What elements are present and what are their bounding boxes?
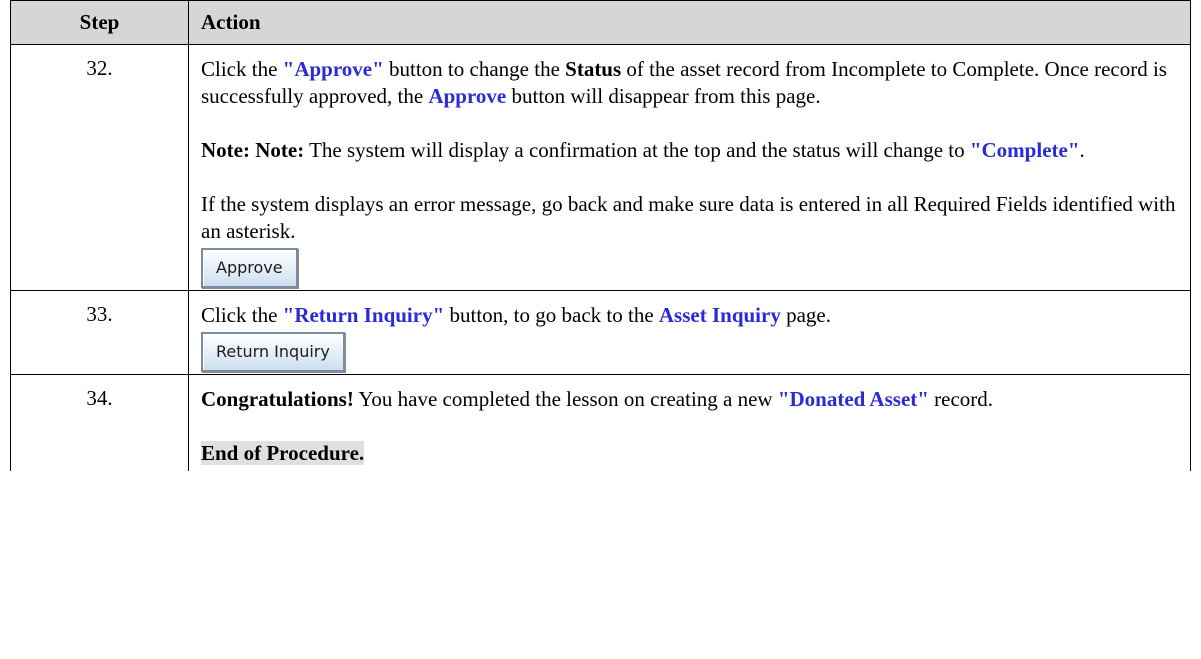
highlight-term: "Donated Asset" bbox=[777, 387, 929, 411]
step-number: 33. bbox=[10, 290, 189, 375]
text-run: button, to go back to the bbox=[444, 303, 659, 327]
approve-button[interactable]: Approve bbox=[201, 248, 298, 288]
table-row: 32. Click the "Approve" button to change… bbox=[10, 44, 1191, 291]
action-cell: Click the "Approve" button to change the… bbox=[188, 44, 1191, 291]
highlight-term: Approve bbox=[428, 84, 507, 108]
text-run: The system will display a confirmation a… bbox=[304, 138, 970, 162]
header-action: Action bbox=[188, 0, 1191, 45]
instruction-text: Click the "Approve" button to change the… bbox=[201, 56, 1180, 110]
procedure-table: Step Action 32. Click the "Approve" butt… bbox=[10, 0, 1191, 471]
return-inquiry-button[interactable]: Return Inquiry bbox=[201, 332, 345, 372]
note-label: Note: Note: bbox=[201, 138, 305, 162]
highlight-term: "Approve" bbox=[282, 57, 384, 81]
note-text: Note: Note: The system will display a co… bbox=[201, 137, 1180, 164]
highlight-term: Asset Inquiry bbox=[658, 303, 781, 327]
text-run: You have completed the lesson on creatin… bbox=[353, 387, 778, 411]
end-of-procedure: End of Procedure. bbox=[201, 440, 1180, 467]
highlight-term: "Return Inquiry" bbox=[282, 303, 445, 327]
bold-term: Status bbox=[565, 57, 622, 81]
table-row: 33. Click the "Return Inquiry" button, t… bbox=[10, 290, 1191, 375]
step-number: 32. bbox=[10, 44, 189, 291]
end-label: End of Procedure. bbox=[201, 441, 365, 465]
text-run: . bbox=[1079, 138, 1085, 162]
step-number: 34. bbox=[10, 374, 189, 471]
table-row: 34. Congratulations! You have completed … bbox=[10, 374, 1191, 471]
text-run: Click the bbox=[201, 303, 283, 327]
text-run: button to change the bbox=[383, 57, 566, 81]
text-run: Click the bbox=[201, 57, 283, 81]
highlight-term: "Complete" bbox=[969, 138, 1080, 162]
header-step: Step bbox=[10, 0, 189, 45]
text-run: page. bbox=[780, 303, 831, 327]
text-run: button will disappear from this page. bbox=[506, 84, 821, 108]
error-text: If the system displays an error message,… bbox=[201, 192, 1176, 243]
header-row: Step Action bbox=[10, 0, 1191, 45]
instruction-text: Click the "Return Inquiry" button, to go… bbox=[201, 302, 1180, 329]
action-cell: Click the "Return Inquiry" button, to go… bbox=[188, 290, 1191, 375]
bold-term: Congratulations! bbox=[201, 387, 354, 411]
instruction-text: Congratulations! You have completed the … bbox=[201, 386, 1180, 413]
action-cell: Congratulations! You have completed the … bbox=[188, 374, 1191, 471]
text-run: record. bbox=[928, 387, 994, 411]
